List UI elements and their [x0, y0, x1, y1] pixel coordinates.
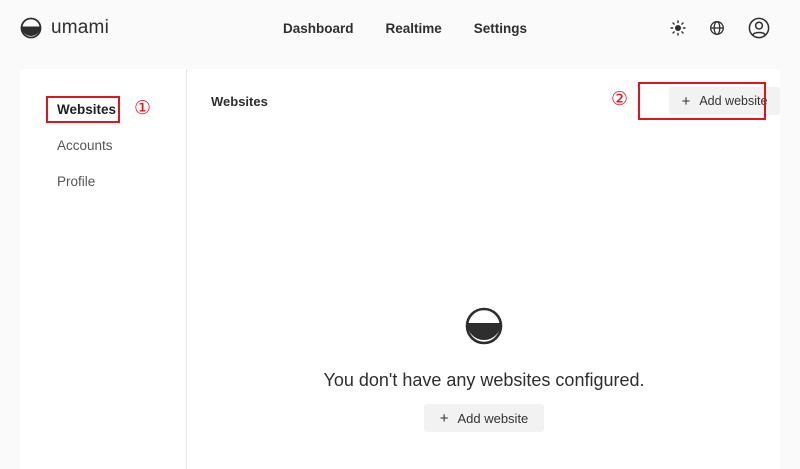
empty-add-website-button[interactable]: + Add website — [424, 404, 544, 432]
settings-panel: Websites Accounts Profile Websites + Add… — [20, 69, 780, 469]
plus-icon: + — [439, 409, 449, 427]
profile-button[interactable] — [747, 17, 771, 44]
empty-state-message: You don't have any websites configured. — [323, 370, 645, 390]
header-actions — [666, 17, 771, 44]
annotation-box-add-website — [638, 82, 766, 120]
top-navigation: Dashboard Realtime Settings — [283, 21, 559, 36]
user-icon — [748, 17, 770, 44]
brand-name: umami — [51, 17, 110, 38]
sidebar-item-accounts[interactable]: Accounts — [57, 138, 113, 153]
page-title: Websites — [211, 94, 268, 109]
umami-logo-icon — [20, 17, 42, 39]
brand[interactable]: umami — [20, 17, 109, 39]
settings-sidebar: Websites Accounts Profile — [20, 69, 187, 469]
theme-toggle-button[interactable] — [666, 18, 690, 42]
language-button[interactable] — [705, 18, 729, 42]
nav-dashboard[interactable]: Dashboard — [283, 21, 354, 36]
annotation-number-2: ② — [611, 89, 629, 110]
annotation-box-websites — [46, 96, 120, 123]
app-header: umami Dashboard Realtime Settings — [0, 0, 800, 60]
nav-settings[interactable]: Settings — [474, 21, 527, 36]
globe-icon — [709, 20, 725, 41]
annotation-number-1: ① — [134, 98, 152, 119]
empty-state-logo-icon — [465, 307, 503, 350]
nav-realtime[interactable]: Realtime — [386, 21, 442, 36]
sun-icon — [670, 19, 686, 41]
sidebar-item-profile[interactable]: Profile — [57, 174, 95, 189]
websites-content: Websites + Add website You don't have an… — [188, 69, 780, 469]
empty-add-website-label: Add website — [457, 410, 529, 426]
